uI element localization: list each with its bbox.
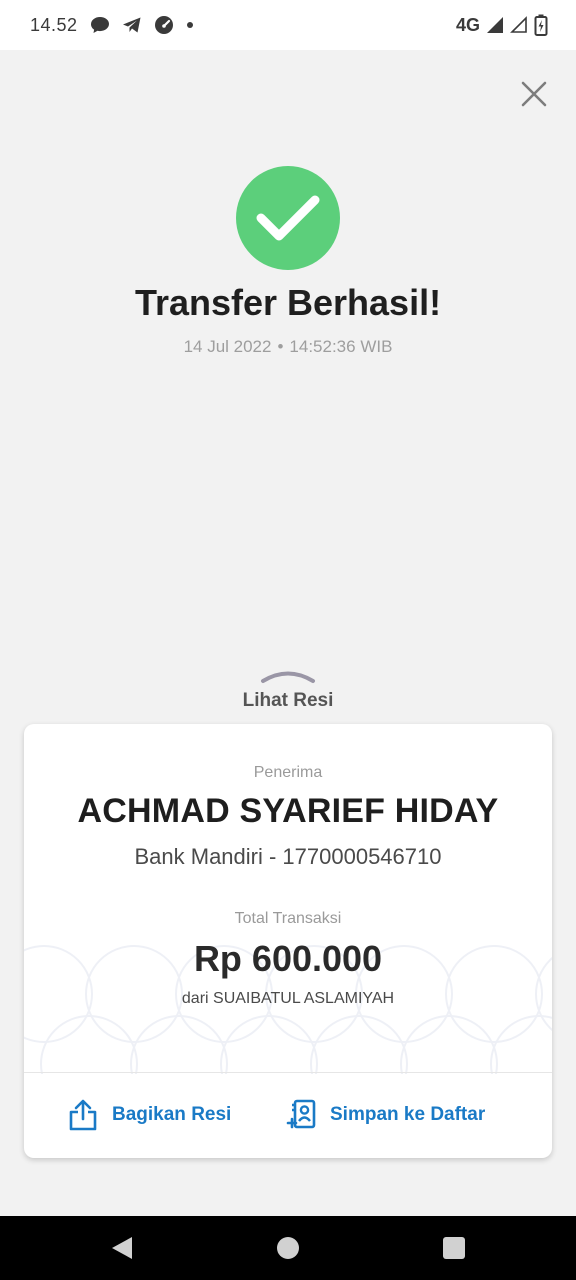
checkmark-circle-icon [236, 166, 340, 270]
save-to-list-label: Simpan ke Daftar [330, 1104, 486, 1125]
close-icon [521, 81, 547, 107]
share-icon [69, 1099, 97, 1131]
speedometer-icon [154, 15, 174, 35]
battery-charging-icon [534, 14, 548, 36]
status-time: 14.52 [30, 14, 78, 35]
transaction-time: 14:52:36 WIB [289, 337, 393, 356]
chat-bubble-icon [90, 16, 110, 34]
navigation-bar [0, 1216, 576, 1280]
datetime-separator: • [277, 337, 284, 356]
recipient-label: Penerima [253, 764, 323, 781]
page-title: Transfer Berhasil! [134, 282, 442, 323]
close-button[interactable] [516, 76, 552, 112]
card-divider [24, 1072, 552, 1073]
view-receipt-toggle[interactable]: Lihat Resi [188, 668, 388, 716]
sender-name: dari SUAIBATUL ASLAMIYAH [181, 990, 395, 1007]
recipient-bank-account: Bank Mandiri - 1770000546710 [134, 844, 442, 869]
transaction-amount: Rp 600.000 [193, 938, 383, 979]
telegram-icon [122, 16, 142, 34]
recents-icon [443, 1237, 465, 1259]
transaction-datetime: 14 Jul 2022 • 14:52:36 WIB [0, 337, 576, 357]
back-icon [112, 1237, 132, 1259]
dot-icon [186, 21, 194, 29]
save-to-list-button[interactable]: Simpan ke Daftar [286, 1088, 485, 1142]
recents-button[interactable] [440, 1234, 468, 1262]
receipt-card: Penerima ACHMAD SYARIEF HIDAY Bank Mandi… [24, 724, 552, 1158]
signal-empty-icon [510, 16, 528, 34]
signal-icon [486, 16, 504, 34]
share-receipt-label: Bagikan Resi [112, 1104, 232, 1125]
chevron-up-icon [261, 671, 315, 683]
transaction-date: 14 Jul 2022 [183, 337, 272, 356]
total-label: Total Transaksi [234, 910, 342, 927]
share-receipt-button[interactable]: Bagikan Resi [68, 1088, 231, 1142]
back-button[interactable] [108, 1234, 136, 1262]
network-type: 4G [455, 14, 480, 35]
view-receipt-label: Lihat Resi [242, 690, 334, 711]
recipient-name: ACHMAD SYARIEF HIDAY [77, 792, 499, 830]
status-bar-left: 14.52 [30, 15, 194, 36]
status-bar: 14.52 4G [0, 0, 576, 50]
home-button[interactable] [274, 1234, 302, 1262]
status-bar-right: 4G [456, 14, 548, 36]
home-icon [277, 1237, 299, 1259]
add-contact-icon [286, 1099, 316, 1129]
